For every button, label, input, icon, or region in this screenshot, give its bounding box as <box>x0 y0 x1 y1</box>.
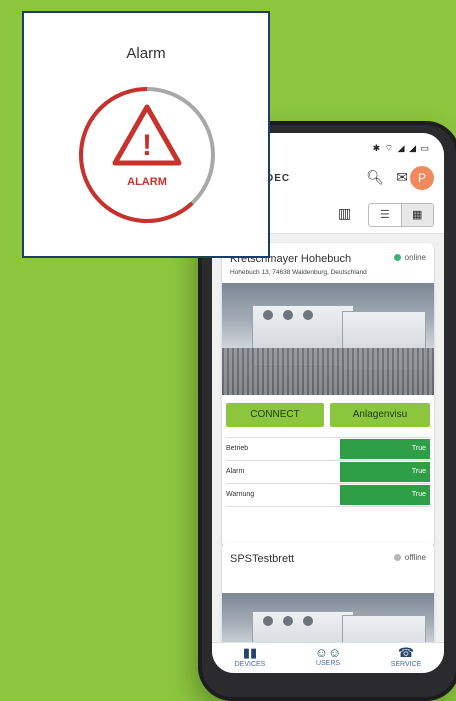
list-view-icon[interactable]: ☰ <box>369 204 401 226</box>
alarm-popup: Alarm ! ALARM <box>22 11 270 258</box>
alarm-badge-text: ALARM <box>127 176 167 188</box>
table-row: Betrieb True <box>226 437 430 460</box>
users-icon: ☺☺ <box>314 645 342 660</box>
alarm-title: Alarm <box>126 45 166 62</box>
row-value: True <box>340 462 430 482</box>
device-address: Hohebuch 13, 74638 Waldenburg, Deutschla… <box>230 269 367 276</box>
alarm-gauge: ! ALARM <box>79 87 215 223</box>
table-row: Warnung True <box>226 483 430 507</box>
nav-label: SERVICE <box>390 661 422 668</box>
table-row: Alarm True <box>226 460 430 483</box>
search-icon[interactable]: 🔍︎ <box>366 169 384 186</box>
row-label: Warnung <box>226 491 255 498</box>
row-value: True <box>340 485 430 505</box>
nav-devices[interactable]: ▮▮ DEVICES <box>220 645 280 668</box>
status-badge: online <box>393 253 426 262</box>
device-name: SPSTestbrett <box>230 553 295 565</box>
avatar[interactable]: P <box>410 166 434 190</box>
view-toggle: ☰ ▦ <box>368 203 434 227</box>
nav-users[interactable]: ☺☺ USERS <box>298 645 358 667</box>
visualization-button[interactable]: Anlagenvisu <box>330 403 430 427</box>
phone-icon: ☎ <box>397 645 415 660</box>
status-badge: offline <box>393 553 426 562</box>
bottom-nav: ▮▮ DEVICES ☺☺ USERS ☎ SERVICE <box>212 642 444 673</box>
map-icon[interactable]: ▥ <box>338 205 351 222</box>
nav-label: DEVICES <box>234 661 266 668</box>
fence-image <box>222 347 434 395</box>
nav-service[interactable]: ☎ SERVICE <box>376 645 436 668</box>
exclamation-icon: ! <box>142 129 152 162</box>
connect-button[interactable]: CONNECT <box>226 403 324 427</box>
status-text: offline <box>404 553 426 562</box>
status-icons: ✱ ⌔ ◢ ◢ ▭ <box>372 143 430 153</box>
row-label: Alarm <box>226 468 245 475</box>
device-values-table: Betrieb True Alarm True Warnung True <box>226 437 430 507</box>
online-dot-icon <box>393 254 401 262</box>
grid-view-icon[interactable]: ▦ <box>400 204 433 226</box>
offline-dot-icon <box>393 554 401 562</box>
row-label: Betrieb <box>226 445 249 452</box>
nav-label: USERS <box>315 660 341 667</box>
device-photo <box>222 283 434 395</box>
mail-icon[interactable]: ✉ <box>396 169 408 186</box>
row-value: True <box>340 439 430 459</box>
device-card[interactable]: Kretschmayer Hohebuch online Hohebuch 13… <box>222 243 434 547</box>
devices-icon: ▮▮ <box>242 645 258 660</box>
status-text: online <box>404 253 426 262</box>
